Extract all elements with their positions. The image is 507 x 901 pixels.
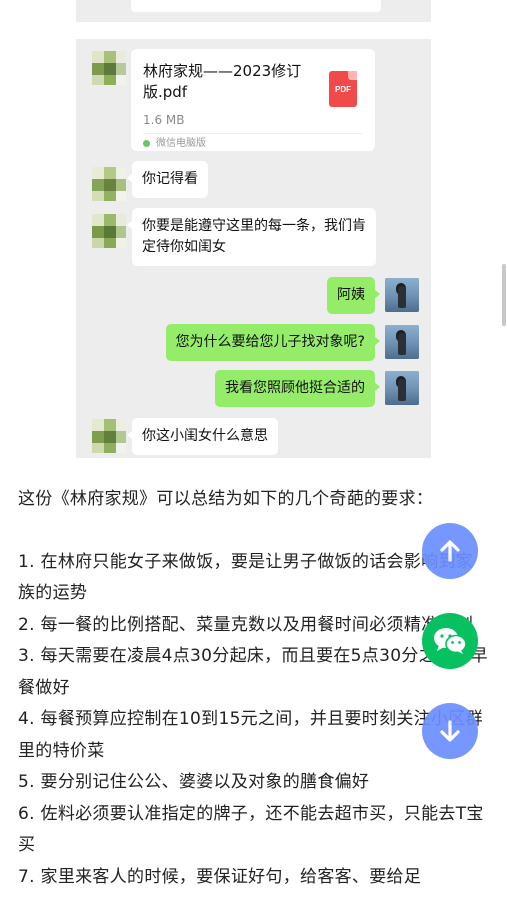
pdf-icon-label: PDF xyxy=(335,85,351,94)
wechat-share-button[interactable] xyxy=(422,613,478,669)
file-source: 微信电脑版 xyxy=(143,138,206,150)
rule-item: 2. 每一餐的比例搭配、菜量克数以及用餐时间必须精准控制 xyxy=(18,614,474,635)
article-body: 这份《林府家规》可以总结为如下的几个奇葩的要求： 1. 在林府只能女子来做饭，要… xyxy=(18,484,490,893)
chat-bubble-incoming[interactable]: 你要是能遵守这里的每一条，我们肯定待你如闺女 xyxy=(127,208,376,266)
arrow-up-icon xyxy=(440,540,460,562)
user-avatar xyxy=(385,278,419,312)
chat-bubble-incoming[interactable]: 你这小闺女什么意思 xyxy=(127,418,278,455)
scroll-top-button[interactable] xyxy=(422,523,478,579)
user-avatar xyxy=(385,325,419,359)
contact-avatar xyxy=(92,51,126,85)
rule-item: 5. 要分别记住公公、婆婆以及对象的膳食偏好 xyxy=(18,772,370,792)
avatar-figure xyxy=(398,333,406,355)
scroll-down-button[interactable] xyxy=(422,703,478,759)
contact-avatar xyxy=(92,419,126,453)
wechat-pc-dot-icon xyxy=(143,139,150,147)
previous-screenshot-fragment xyxy=(76,0,431,22)
avatar-figure xyxy=(398,286,406,308)
file-size: 1.6 MB xyxy=(143,113,185,127)
arrow-down-icon xyxy=(440,720,460,742)
chat-screenshot: 林府家规——2023修订版.pdf 1.6 MB PDF 微信电脑版 你记得看 … xyxy=(76,39,431,458)
pdf-file-icon: PDF xyxy=(329,71,357,107)
rule-item: 1. 在林府只能女子来做饭，要是让男子做饭的话会影响到家族的运势 xyxy=(18,551,474,604)
chat-bubble-incoming[interactable]: 你记得看 xyxy=(127,161,208,198)
contact-avatar xyxy=(92,167,126,201)
chat-bubble-outgoing[interactable]: 您为什么要给您儿子找对象呢? xyxy=(165,324,381,361)
article-intro: 这份《林府家规》可以总结为如下的几个奇葩的要求： xyxy=(18,489,434,509)
file-card-divider xyxy=(143,133,363,134)
rule-item: 7. 家里来客人的时候，要保证好句，给客客、要给足 xyxy=(18,866,422,887)
chat-bubble-outgoing[interactable]: 我看您照顾他挺合适的 xyxy=(215,370,380,407)
page-scrollbar[interactable] xyxy=(502,264,506,326)
rule-item: 4. 每餐预算应控制在10到15元之间，并且要时刻关注小区群里的特价菜 xyxy=(18,709,483,761)
file-source-label: 微信电脑版 xyxy=(156,138,206,149)
contact-avatar xyxy=(92,214,126,248)
rule-item: 3. 每天需要在凌晨4点30分起床，而且要在5点30分之前把早餐做好 xyxy=(18,646,488,698)
user-avatar xyxy=(385,371,419,405)
wechat-icon xyxy=(434,628,467,654)
avatar-figure xyxy=(398,379,406,401)
rule-item: 6. 佐料必须要认准指定的牌子，还不能去超市买，只能去T宝买 xyxy=(18,803,484,856)
file-message-card[interactable]: 林府家规——2023修订版.pdf 1.6 MB PDF 微信电脑版 xyxy=(131,49,375,151)
chat-bubble-outgoing[interactable]: 阿姨 xyxy=(327,277,380,314)
file-name: 林府家规——2023修订版.pdf xyxy=(143,62,302,101)
previous-card-stub xyxy=(131,0,381,12)
